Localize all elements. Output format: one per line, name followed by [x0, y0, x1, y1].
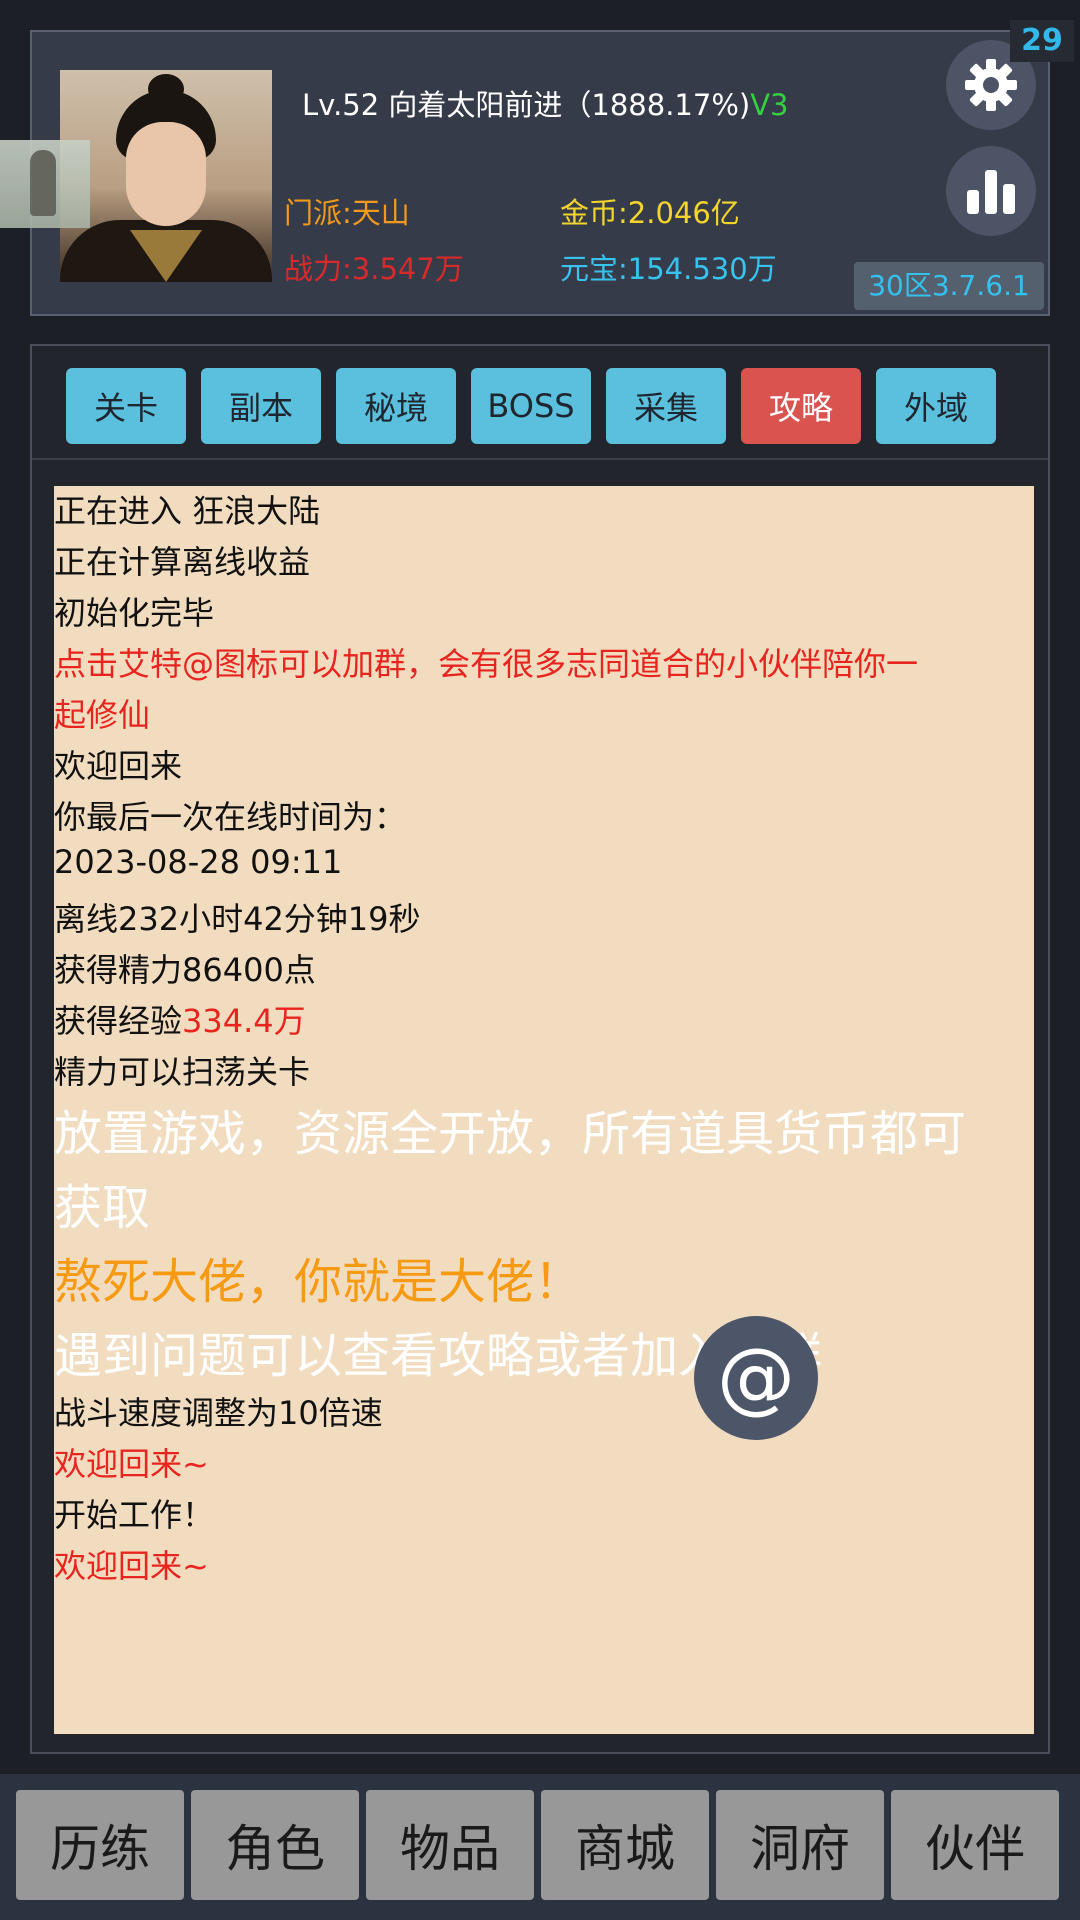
nav-partners[interactable]: 伙伴: [891, 1790, 1059, 1900]
main-panel: 关卡 副本 秘境 BOSS 采集 攻略 外域 正在进入 狂浪大陆 正在计算离线收…: [30, 344, 1050, 1754]
join-group-button[interactable]: @: [694, 1316, 818, 1440]
nav-items[interactable]: 物品: [366, 1790, 534, 1900]
log-line-timestamp: 2023-08-28 09:11: [54, 843, 343, 881]
avatar-face: [126, 122, 206, 226]
ranking-button[interactable]: [946, 146, 1036, 236]
log-line-exp: 获得经验334.4万: [54, 996, 306, 1042]
log-line-welcome: 欢迎回来~: [54, 1445, 209, 1483]
tab-dungeon[interactable]: 副本: [201, 368, 321, 444]
log-line: 正在进入 狂浪大陆: [54, 492, 321, 530]
log-line-banner: 熬死大佬，你就是大佬！: [54, 1254, 583, 1310]
avatar-bun: [148, 74, 184, 104]
tab-bar: 关卡 副本 秘境 BOSS 采集 攻略 外域: [66, 368, 1026, 446]
gear-icon: [965, 59, 1017, 111]
tab-secret-realm[interactable]: 秘境: [336, 368, 456, 444]
log-line-banner: 获取: [54, 1180, 151, 1236]
log-line: 初始化完毕: [54, 594, 215, 632]
bottom-nav: 历练 角色 物品 商城 洞府 伙伴: [0, 1774, 1080, 1920]
log-line-welcome: 欢迎回来~: [54, 1547, 209, 1585]
message-log[interactable]: 正在进入 狂浪大陆 正在计算离线收益 初始化完毕 点击艾特@图标可以加群，会有很…: [54, 486, 1034, 1734]
log-line: 战斗速度调整为10倍速: [54, 1394, 383, 1432]
log-line: 欢迎回来: [54, 747, 183, 785]
power-label: 战力:3.547万: [284, 252, 464, 286]
vip-label: V3: [750, 88, 789, 122]
log-line: 正在计算离线收益: [54, 543, 311, 581]
nav-cave[interactable]: 洞府: [716, 1790, 884, 1900]
log-line-join-group: 起修仙: [54, 696, 151, 734]
sect-label: 门派:天山: [284, 196, 410, 230]
log-line: 精力可以扫荡关卡: [54, 1053, 311, 1091]
server-label: 30区3.7.6.1: [854, 262, 1044, 310]
tab-guide[interactable]: 攻略: [741, 368, 861, 444]
log-line: 获得精力86400点: [54, 951, 316, 989]
exp-label: 获得经验: [54, 1002, 183, 1040]
tab-outer-realm[interactable]: 外域: [876, 368, 996, 444]
tab-gather[interactable]: 采集: [606, 368, 726, 444]
log-line: 你最后一次在线时间为：: [54, 798, 407, 836]
log-line-join-group: 点击艾特@图标可以加群，会有很多志同道合的小伙伴陪你一: [54, 645, 919, 683]
bar-chart-icon: [967, 170, 1015, 214]
exp-value: 334.4万: [182, 1002, 306, 1040]
level-text: Lv.52 向着太阳前进（1888.17%): [302, 88, 751, 122]
nav-shop[interactable]: 商城: [541, 1790, 709, 1900]
tab-boss[interactable]: BOSS: [471, 368, 591, 444]
notification-badge: 29: [1010, 20, 1074, 62]
ingot-label: 元宝:154.530万: [560, 252, 777, 286]
at-icon: @: [717, 1333, 795, 1423]
thumbnail-figure: [30, 150, 56, 216]
nav-character[interactable]: 角色: [191, 1790, 359, 1900]
tab-stages[interactable]: 关卡: [66, 368, 186, 444]
nav-training[interactable]: 历练: [16, 1790, 184, 1900]
side-character-thumbnail[interactable]: [0, 140, 90, 228]
gold-label: 金币:2.046亿: [560, 196, 740, 230]
player-avatar[interactable]: [60, 70, 272, 282]
player-header: Lv.52 向着太阳前进（1888.17%)V3 门派:天山 战力:3.547万…: [30, 20, 1074, 316]
tab-divider: [32, 458, 1048, 460]
level-line: Lv.52 向着太阳前进（1888.17%)V3: [302, 82, 789, 124]
log-line: 离线232小时42分钟19秒: [54, 900, 421, 938]
log-line-banner: 放置游戏，资源全开放，所有道具货币都可: [54, 1106, 967, 1162]
log-line: 开始工作！: [54, 1496, 215, 1534]
